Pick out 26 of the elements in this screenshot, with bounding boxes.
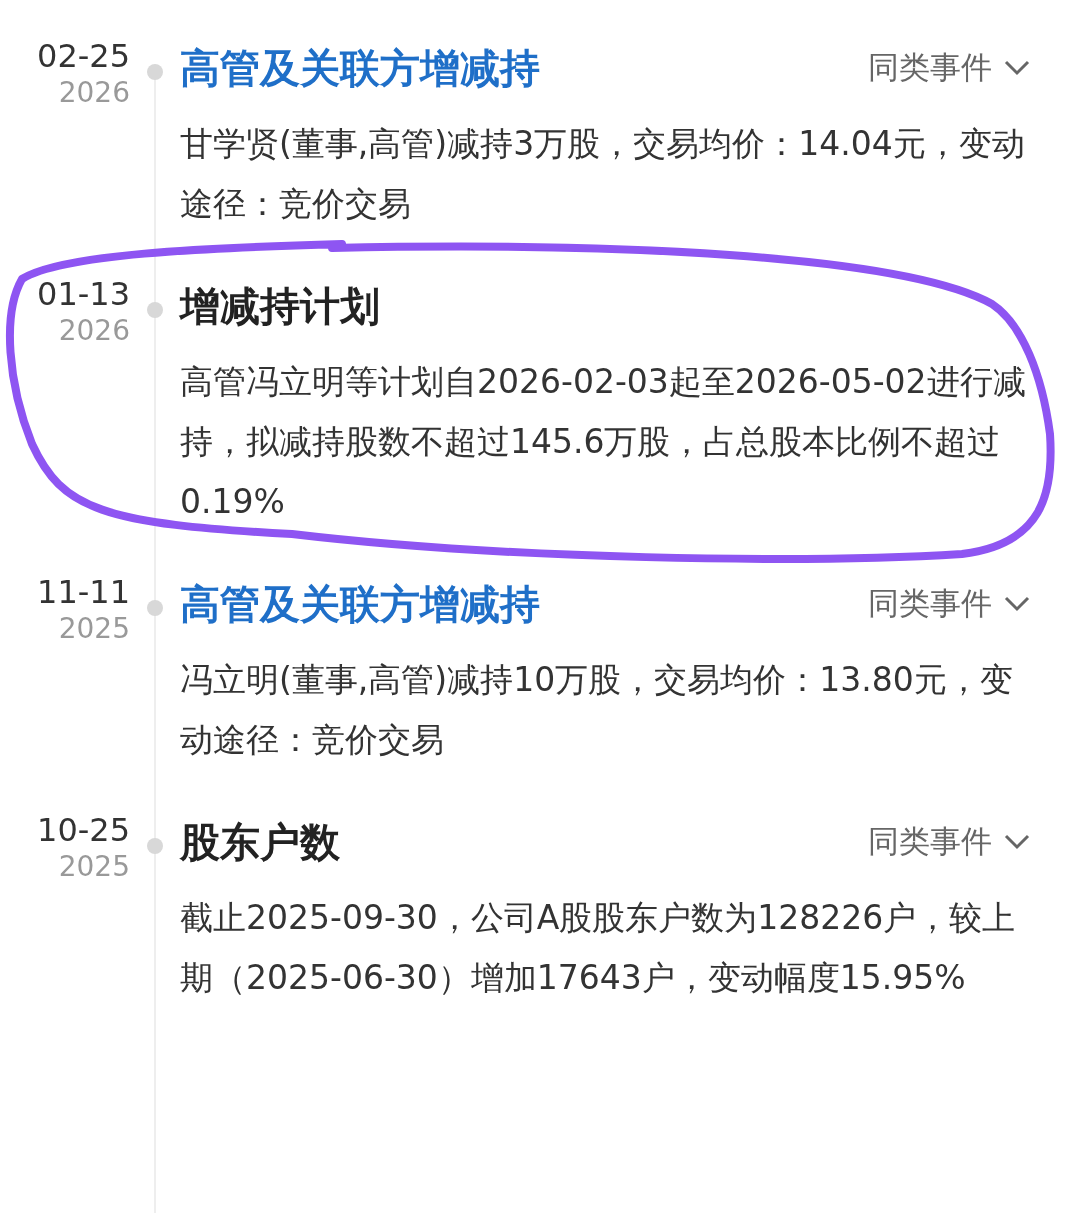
event-year: 2026 [58, 76, 130, 110]
event-year: 2025 [58, 612, 130, 646]
event-date: 02-25 [37, 36, 130, 76]
event-title[interactable]: 高管及关联方增减持 [180, 576, 540, 632]
event-title: 增减持计划 [180, 281, 380, 331]
event-description: 截止2025-09-30，公司A股股东户数为128226户，较上期（2025-06-30）增加17643户，变动幅度15.95% [180, 897, 1017, 999]
chevron-down-icon [1004, 60, 1030, 76]
event-date: 01-13 [37, 274, 130, 314]
timeline-dot [147, 838, 163, 854]
event-description: 冯立明(董事,高管)减持10万股，交易均价：13.80元，变动途径：竞价交易 [180, 659, 1014, 761]
similar-events-button[interactable]: 同类事件 [868, 47, 1030, 89]
event-title[interactable]: 高管及关联方增减持 [180, 40, 540, 96]
event-year: 2026 [58, 314, 130, 348]
similar-events-button[interactable]: 同类事件 [868, 583, 1030, 625]
event-year: 2025 [58, 850, 130, 884]
event-date: 11-11 [37, 572, 130, 612]
timeline-dot [147, 64, 163, 80]
event-description: 高管冯立明等计划自2026-02-03起至2026-05-02进行减持，拟减持股数不超过145.6万股，占总股本比例不超过0.19% [180, 361, 1027, 523]
event-description: 甘学贤(董事,高管)减持3万股，交易均价：14.04元，变动途径：竞价交易 [180, 123, 1026, 225]
timeline-dot [147, 302, 163, 318]
event-title: 股东户数 [180, 817, 340, 867]
event-date: 10-25 [37, 810, 130, 850]
chevron-down-icon [1004, 834, 1030, 850]
timeline-dot [147, 600, 163, 616]
similar-events-button[interactable]: 同类事件 [868, 821, 1030, 863]
chevron-down-icon [1004, 596, 1030, 612]
